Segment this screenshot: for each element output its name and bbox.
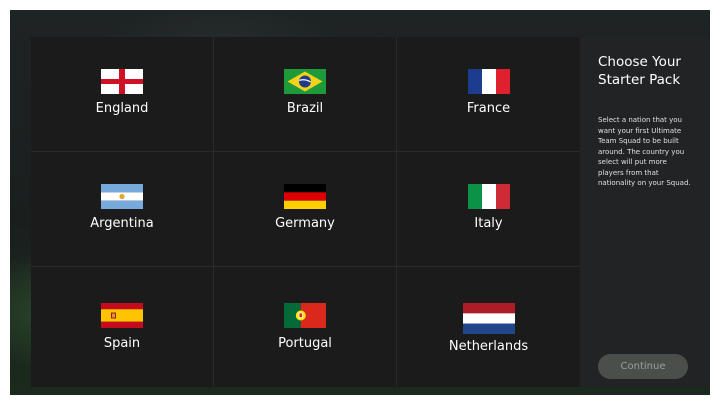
nation-name: Spain: [103, 336, 141, 351]
starter-pack-panel: Choose Your Starter Pack Select a nation…: [580, 37, 710, 387]
nation-card-portugal[interactable]: Portugal: [214, 267, 397, 387]
nation-name: Argentina: [90, 216, 154, 231]
nation-card-germany[interactable]: Germany: [214, 152, 397, 267]
nation-grid: England Brazil France Argentina Germany …: [31, 37, 580, 387]
nation-name: Netherlands: [448, 339, 529, 354]
nation-card-france[interactable]: France: [397, 37, 580, 152]
nation-card-england[interactable]: England: [31, 37, 214, 152]
panel-title: Choose Your Starter Pack: [598, 54, 681, 88]
netherlands-flag-icon: [462, 303, 515, 334]
germany-flag-icon: [284, 184, 326, 209]
game-screen: England Brazil France Argentina Germany …: [10, 10, 710, 395]
italy-flag-icon: [467, 184, 510, 209]
nation-name: Italy: [474, 216, 503, 231]
england-flag-icon: [101, 69, 143, 94]
nation-name: Portugal: [278, 336, 332, 351]
continue-button[interactable]: Continue: [598, 354, 688, 379]
brazil-flag-icon: [284, 69, 326, 94]
nation-name: France: [466, 101, 511, 116]
argentina-flag-icon: [101, 184, 143, 209]
panel-description: Select a nation that you want your first…: [598, 116, 691, 187]
nation-card-spain[interactable]: Spain: [31, 267, 214, 387]
france-flag-icon: [467, 69, 510, 94]
nation-name: Brazil: [286, 101, 324, 116]
nation-card-brazil[interactable]: Brazil: [214, 37, 397, 152]
nation-card-italy[interactable]: Italy: [397, 152, 580, 267]
spain-flag-icon: [101, 303, 143, 328]
nation-name: England: [95, 101, 149, 116]
portugal-flag-icon: [284, 303, 326, 328]
nation-card-netherlands[interactable]: Netherlands: [397, 267, 580, 387]
nation-card-argentina[interactable]: Argentina: [31, 152, 214, 267]
nation-name: Germany: [275, 216, 335, 231]
